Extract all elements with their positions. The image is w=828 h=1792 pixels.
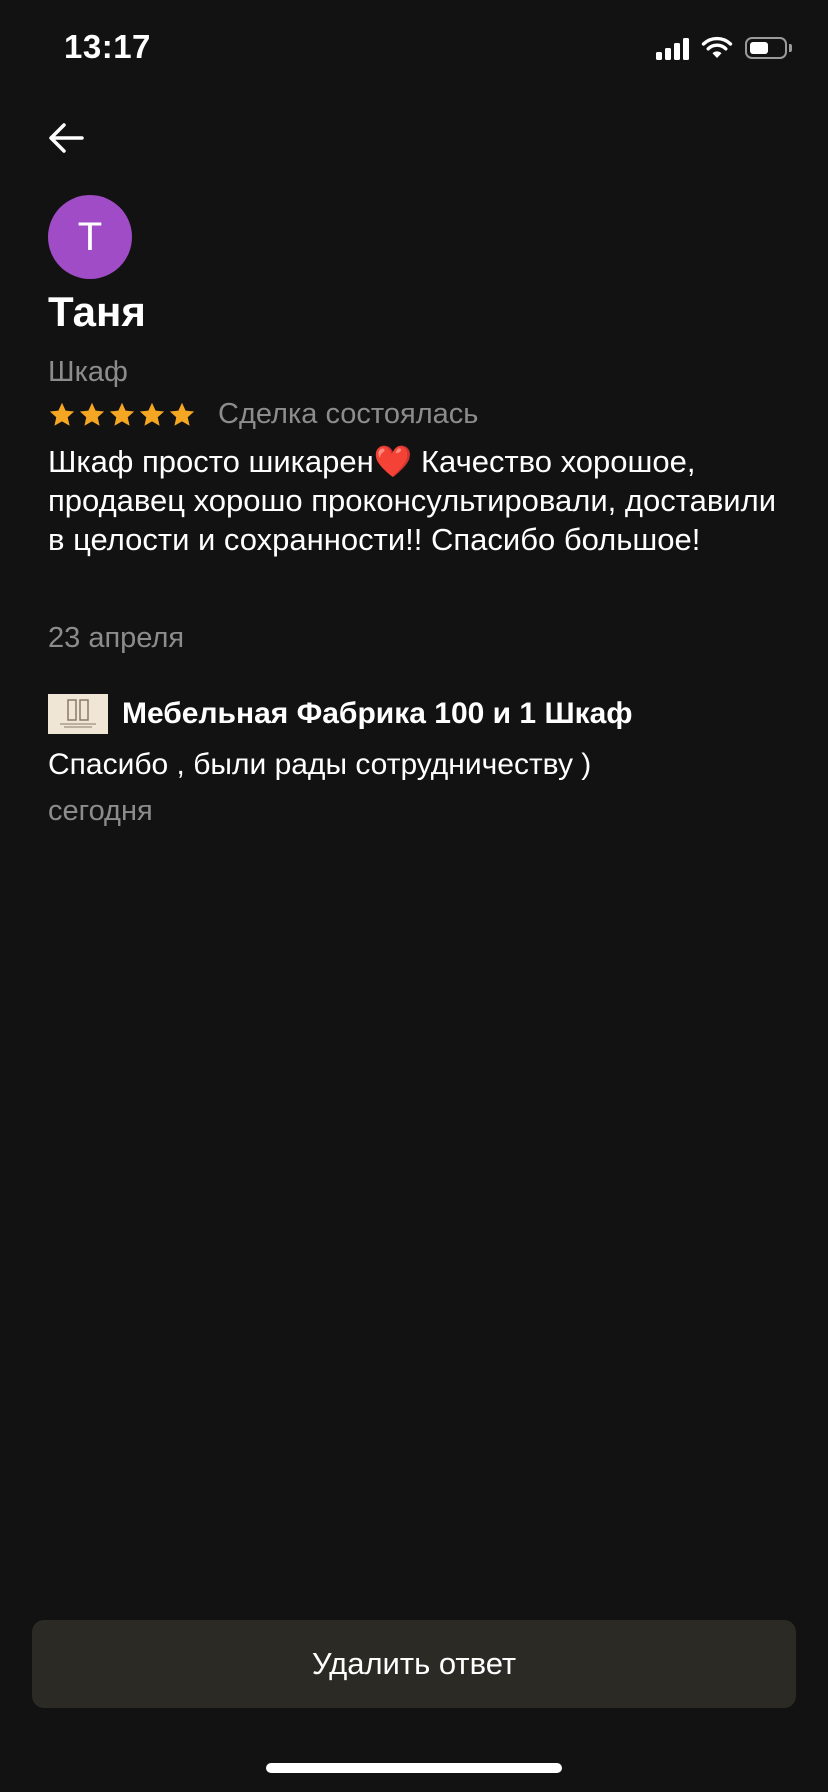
reviewer-name: Таня [48,288,146,335]
review-date: 23 апреля [48,622,185,654]
wifi-icon [701,36,733,58]
rating-row: Сделка состоялась [48,398,478,431]
star-icon [169,402,195,426]
seller-name: Мебельная Фабрика 100 и 1 Шкаф [122,697,633,730]
rating-stars [48,401,196,429]
deal-status: Сделка состоялась [218,398,479,430]
avatar-letter: Т [77,214,103,259]
status-bar: 13:17 [0,0,828,100]
review-text: Шкаф просто шикарен❤️ Качество хорошое, … [48,444,777,557]
seller-logo [48,694,108,734]
status-icons [656,36,792,60]
back-button[interactable] [40,112,92,164]
reply-date: сегодня [48,795,153,827]
battery-fill [750,42,768,54]
item-name: Шкаф [48,356,128,388]
status-time: 13:17 [64,28,151,65]
battery-icon [745,37,792,59]
arrow-left-icon [49,123,84,153]
reply-text: Спасибо , были рады сотрудничеству ) [48,748,592,781]
wardrobe-logo-icon [60,699,96,728]
star-icon [49,402,75,426]
home-indicator[interactable] [266,1763,562,1773]
star-icon [79,402,105,426]
star-icon [109,402,135,426]
star-icon [139,402,165,426]
delete-reply-button[interactable]: Удалить ответ [32,1620,796,1708]
avatar: Т [48,195,132,279]
cellular-signal-icon [656,36,689,60]
reply-header: Мебельная Фабрика 100 и 1 Шкаф [48,694,633,734]
